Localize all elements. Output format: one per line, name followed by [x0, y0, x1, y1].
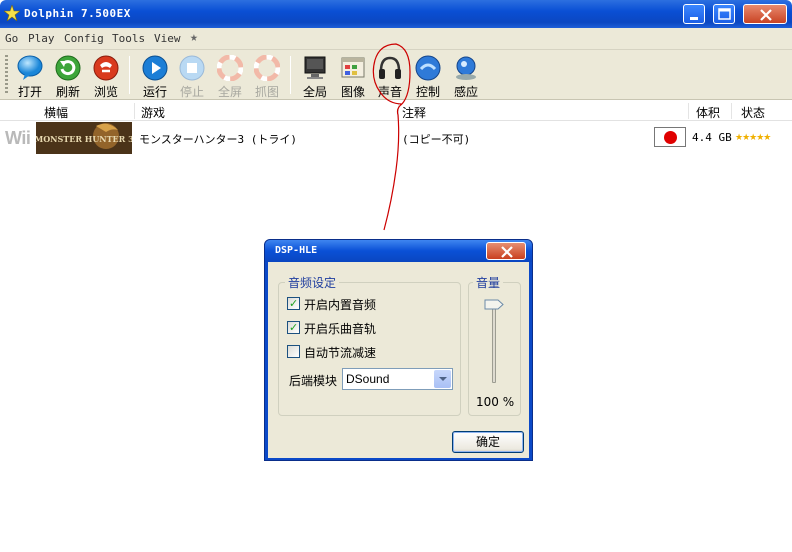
toolbar: 打开 刷新 浏览 运行 停止 全屏 抓图 全局 图像 声音 控制 感应 [0, 50, 792, 100]
dsp-hle-dialog: DSP-HLE 音频设定 ✓ 开启内置音频 ✓ 开启乐曲音轨 自动节流减速 后端… [264, 239, 533, 461]
controller-icon [415, 55, 441, 81]
audio-settings-group: 音频设定 ✓ 开启内置音频 ✓ 开启乐曲音轨 自动节流减速 后端模块 DSoun… [278, 274, 461, 416]
browse-label: 浏览 [93, 85, 118, 99]
browse-icon [93, 55, 119, 81]
column-divider[interactable] [731, 103, 732, 119]
backend-select[interactable]: DSound [342, 368, 453, 390]
close-icon [501, 246, 513, 258]
headphones-icon [379, 56, 401, 79]
close-icon [760, 9, 772, 21]
dialog-close-button[interactable] [486, 242, 526, 260]
game-list-header: 横幅 游戏 注释 体积 状态 [0, 101, 792, 121]
toolbar-separator [129, 56, 130, 94]
dolphin-app-icon [4, 5, 20, 21]
audio-settings-title: 音频设定 [285, 274, 340, 291]
backend-value: DSound [346, 372, 390, 386]
column-game[interactable]: 游戏 [141, 104, 165, 121]
refresh-icon [55, 55, 81, 81]
menu-play[interactable]: Play [28, 32, 55, 45]
check-mark-icon: ✓ [289, 321, 299, 334]
screenshot-button[interactable]: 抓图 [249, 52, 285, 99]
checkbox-builtin-audio[interactable]: ✓ [287, 297, 300, 310]
column-divider[interactable] [688, 103, 689, 119]
game-rating-stars: ★★★★★ [735, 133, 771, 143]
column-size[interactable]: 体积 [696, 104, 720, 121]
chevron-down-icon[interactable] [434, 370, 451, 388]
menu-favorites[interactable]: ★ [190, 30, 198, 45]
ok-button[interactable]: 确定 [452, 431, 524, 453]
menu-go[interactable]: Go [5, 32, 18, 45]
controller-config-button[interactable]: 控制 [410, 52, 446, 99]
minimize-button[interactable] [683, 4, 705, 24]
auto-throttle-label: 自动节流减速 [304, 346, 377, 360]
menu-config[interactable]: Config [64, 32, 104, 45]
region-japan-flag-icon [654, 127, 686, 147]
volume-title: 音量 [473, 274, 504, 291]
menu-bar: Go Play Config Tools View ★ [0, 28, 792, 50]
backend-label: 后端模块 [289, 374, 338, 388]
window-title: Dolphin 7.500EX [24, 7, 131, 20]
column-notes[interactable]: 注释 [402, 104, 426, 121]
banner-logo-text: MONSTER HUNTER 3 [36, 134, 132, 144]
browse-button[interactable]: 浏览 [88, 52, 124, 99]
play-icon [142, 55, 168, 81]
game-size: 4.4 GB [692, 131, 732, 144]
dialog-title: DSP-HLE [275, 245, 318, 256]
audio-config-button[interactable]: 声音 [372, 52, 408, 99]
graphics-config-button[interactable]: 图像 [335, 52, 371, 99]
monster-hunter-banner-image: MONSTER HUNTER 3 [36, 122, 132, 154]
check-mark-icon: ✓ [289, 297, 299, 310]
refresh-button[interactable]: 刷新 [50, 52, 86, 99]
graphics-icon [341, 57, 365, 78]
checkbox-auto-throttle[interactable] [287, 345, 300, 358]
global-config-button[interactable]: 全局 [297, 52, 333, 99]
menu-view[interactable]: View [154, 32, 181, 45]
column-state[interactable]: 状态 [741, 104, 765, 121]
music-track-label: 开启乐曲音轨 [304, 322, 377, 336]
screenshot-icon [254, 55, 280, 81]
maximize-button[interactable] [713, 4, 735, 24]
game-row[interactable]: Wii MONSTER HUNTER 3 モンスターハンター3 (トライ) (コ… [0, 121, 792, 155]
volume-slider-thumb[interactable] [484, 299, 504, 310]
wiimote-config-label: 感应 [453, 85, 478, 99]
stop-button[interactable]: 停止 [174, 52, 210, 99]
title-bar: Dolphin 7.500EX [0, 0, 792, 28]
monitor-icon [304, 56, 326, 79]
fullscreen-button[interactable]: 全屏 [212, 52, 248, 99]
column-divider[interactable] [398, 103, 399, 119]
wiimote-config-button[interactable]: 感应 [448, 52, 484, 99]
toolbar-separator [290, 56, 291, 94]
volume-slider-track[interactable] [492, 305, 496, 383]
platform-wii-label: Wii [5, 128, 31, 148]
game-title: モンスターハンター3 (トライ) [139, 133, 298, 146]
wiimote-icon [456, 56, 476, 80]
volume-group: 音量 100 % [468, 274, 521, 416]
minimize-icon [690, 17, 698, 20]
checkbox-music-track[interactable]: ✓ [287, 321, 300, 334]
column-banner[interactable]: 横幅 [44, 104, 68, 121]
menu-tools[interactable]: Tools [112, 32, 145, 45]
open-button[interactable]: 打开 [12, 52, 48, 99]
maximize-icon [718, 8, 731, 20]
screenshot-label: 抓图 [254, 85, 279, 99]
game-notes: (コピー不可) [402, 133, 471, 146]
fullscreen-icon [217, 55, 243, 81]
close-button[interactable] [743, 4, 787, 24]
stop-icon [179, 55, 205, 81]
open-bubble-icon [17, 55, 43, 80]
play-button[interactable]: 运行 [137, 52, 173, 99]
dialog-body: 音频设定 ✓ 开启内置音频 ✓ 开启乐曲音轨 自动节流减速 后端模块 DSoun… [268, 262, 529, 458]
game-banner: MONSTER HUNTER 3 [36, 122, 132, 154]
builtin-audio-label: 开启内置音频 [304, 298, 377, 312]
volume-value: 100 % [476, 395, 515, 409]
column-divider[interactable] [134, 103, 135, 119]
dialog-title-bar[interactable]: DSP-HLE [265, 240, 532, 262]
